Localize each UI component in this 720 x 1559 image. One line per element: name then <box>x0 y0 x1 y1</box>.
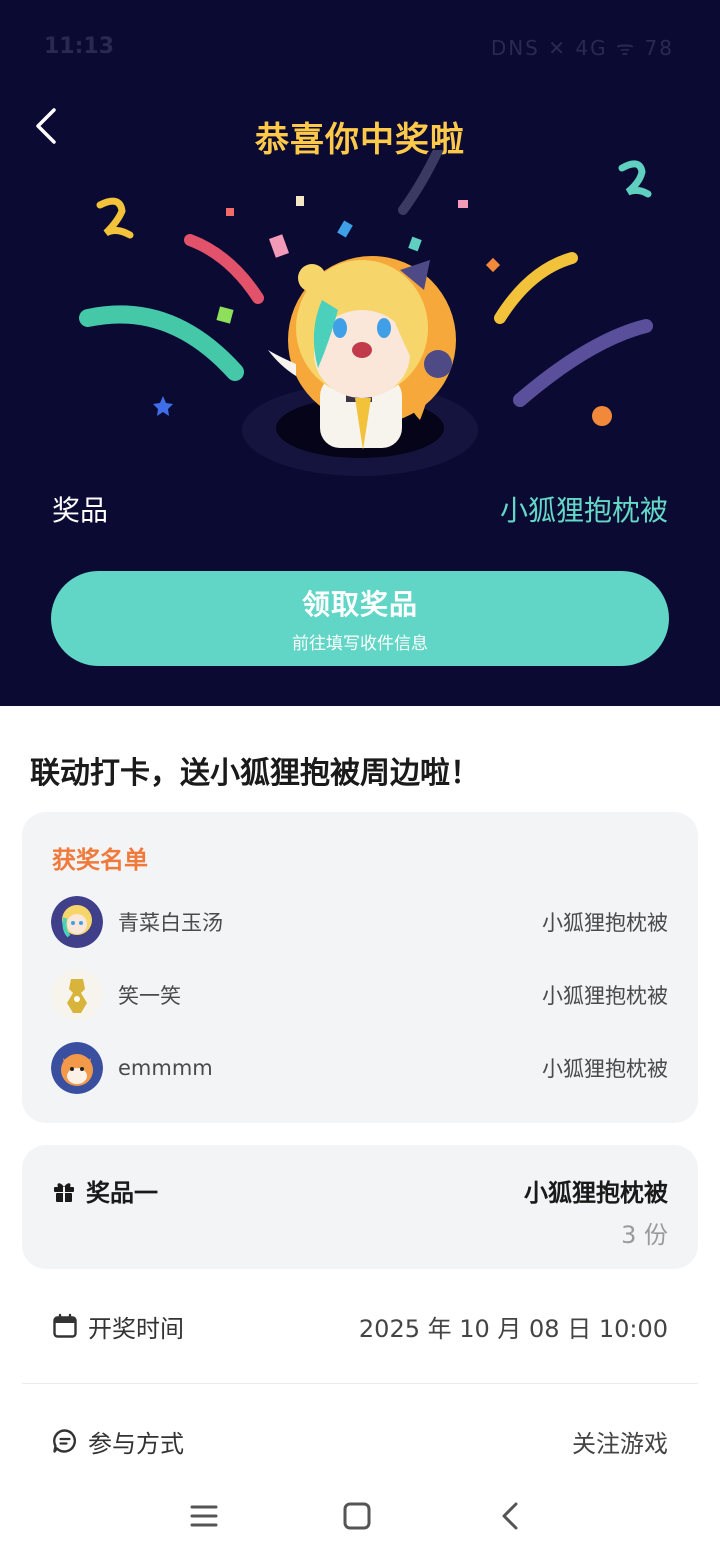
prize-card-name: 小狐狸抱枕被 <box>524 1179 668 1207</box>
celebration-illustration <box>79 150 653 476</box>
nav-back-button[interactable] <box>490 1496 530 1536</box>
avatar <box>51 1042 103 1094</box>
winner-prize: 小狐狸抱枕被 <box>542 984 668 1008</box>
draw-time-value: 2025 年 10 月 08 日 10:00 <box>358 1314 668 1343</box>
draw-time-row: 开奖时间 2025 年 10 月 08 日 10:00 <box>52 1306 668 1346</box>
winner-prize: 小狐狸抱枕被 <box>542 1057 668 1081</box>
event-title: 联动打卡，送小狐狸抱被周边啦！ <box>30 756 480 791</box>
chevron-left-icon <box>502 1502 518 1530</box>
hero-prize-row: 奖品 小狐狸抱枕被 <box>52 488 668 530</box>
calendar-icon <box>52 1313 78 1339</box>
menu-icon <box>190 1505 218 1527</box>
winners-card: 获奖名单 青菜白玉汤 小狐狸抱枕被 笑一笑 小狐狸抱枕被 emmmm 小狐狸抱枕… <box>22 812 698 1123</box>
system-nav-bar <box>0 1476 720 1559</box>
status-indicators: DNS ✕ 4G ᯤ 78 <box>490 36 674 60</box>
prize-card: 奖品一 小狐狸抱枕被 3 份 <box>22 1145 698 1269</box>
chat-bubble-icon <box>52 1428 78 1454</box>
draw-time-label: 开奖时间 <box>88 1314 184 1343</box>
status-bar: 11:13 DNS ✕ 4G ᯤ 78 <box>0 0 720 90</box>
status-time: 11:13 <box>44 34 115 59</box>
participation-value: 关注游戏 <box>572 1429 668 1458</box>
divider <box>22 1383 698 1384</box>
winner-row: 青菜白玉汤 小狐狸抱枕被 <box>51 895 668 949</box>
claim-prize-sublabel: 前往填写收件信息 <box>292 634 428 654</box>
claim-prize-button[interactable]: 领取奖品 前往填写收件信息 <box>51 571 669 666</box>
nav-home-button[interactable] <box>337 1496 377 1536</box>
winner-prize: 小狐狸抱枕被 <box>542 911 668 935</box>
nav-menu-button[interactable] <box>184 1496 224 1536</box>
prize-card-label: 奖品一 <box>86 1179 158 1207</box>
winner-name: emmmm <box>118 1056 213 1080</box>
claim-prize-label: 领取奖品 <box>301 588 418 621</box>
hero-prize-label: 奖品 <box>52 494 109 527</box>
winner-name: 青菜白玉汤 <box>118 911 223 935</box>
winner-row: 笑一笑 小狐狸抱枕被 <box>51 968 668 1022</box>
prize-card-count: 3 份 <box>621 1221 668 1249</box>
winners-heading: 获奖名单 <box>52 846 148 874</box>
winner-name: 笑一笑 <box>118 984 181 1008</box>
avatar <box>51 969 103 1021</box>
avatar <box>51 896 103 948</box>
prize-hero: 11:13 DNS ✕ 4G ᯤ 78 恭喜你中奖啦 奖品 小狐狸抱枕被 领取奖… <box>0 0 720 706</box>
home-square-icon <box>343 1502 371 1530</box>
gift-icon <box>52 1179 76 1203</box>
participation-label: 参与方式 <box>88 1429 184 1458</box>
prize-card-heading: 奖品一 <box>52 1173 158 1208</box>
participation-row: 参与方式 关注游戏 <box>52 1421 668 1461</box>
hero-prize-value: 小狐狸抱枕被 <box>499 494 668 527</box>
winner-row: emmmm 小狐狸抱枕被 <box>51 1041 668 1095</box>
